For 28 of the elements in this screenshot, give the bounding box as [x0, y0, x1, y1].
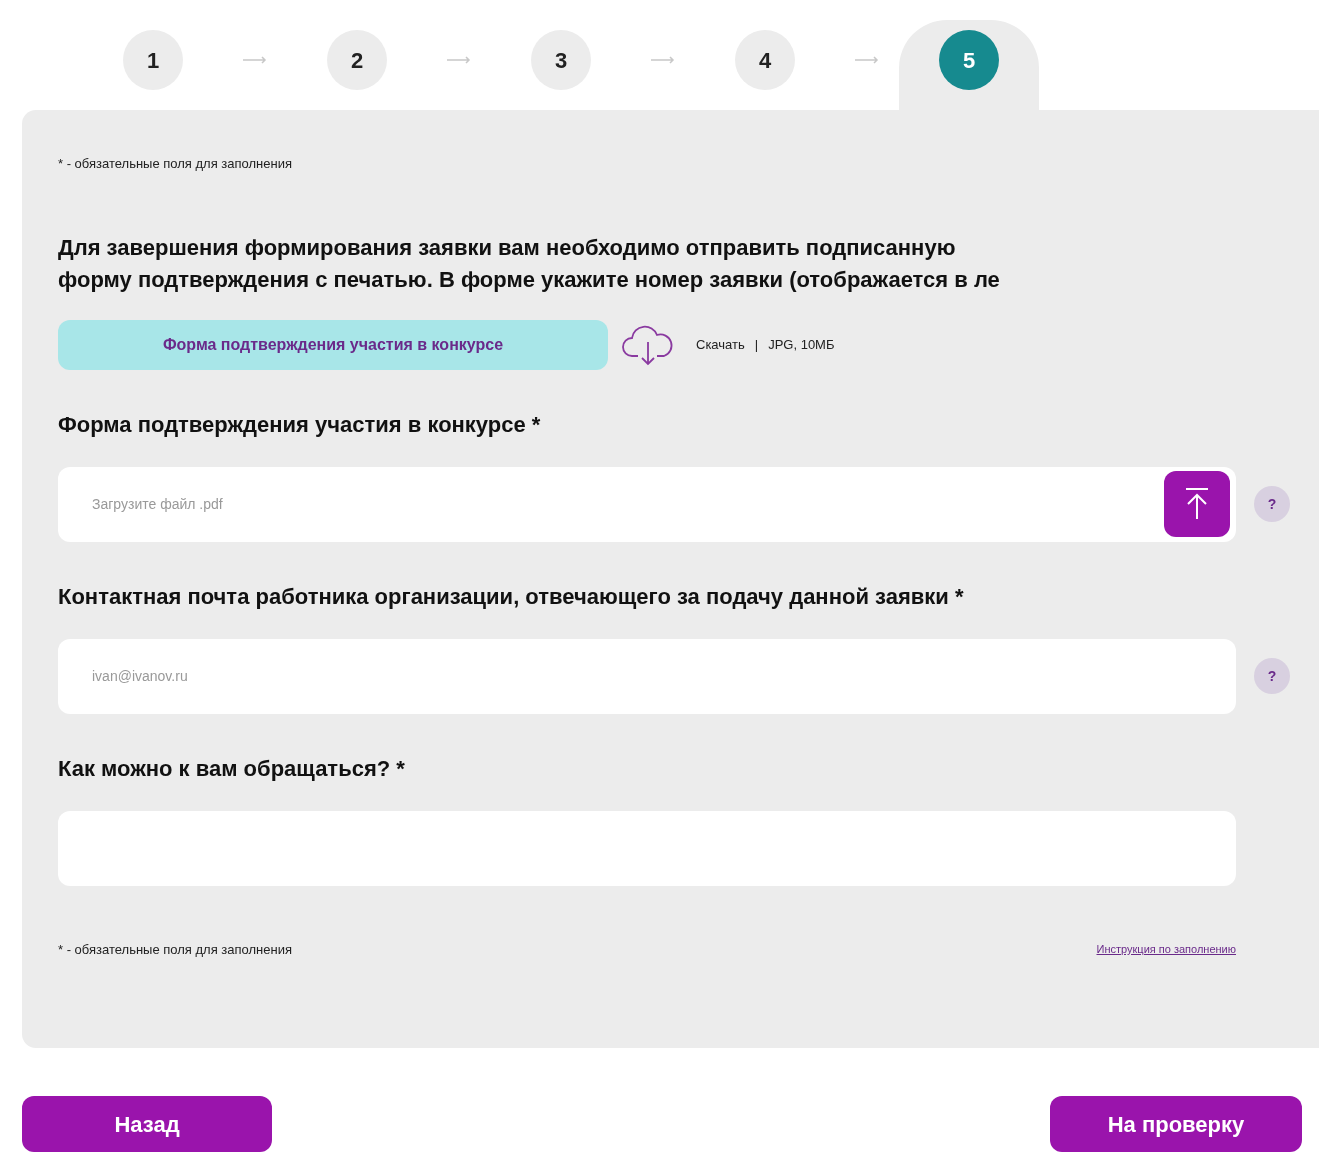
instructions-link[interactable]: Инструкция по заполнению — [1096, 941, 1236, 958]
required-note: * - обязательные поля для заполнения — [58, 940, 292, 959]
step-number[interactable]: 3 — [531, 30, 591, 90]
arrow-icon — [855, 56, 879, 64]
input-field[interactable]: Загрузите файл .pdf — [58, 466, 1236, 542]
help-button[interactable]: ? — [1254, 486, 1290, 522]
arrow-icon — [651, 56, 675, 64]
field-label: Как можно к вам обращаться? * — [58, 754, 406, 783]
step-number[interactable]: 5 — [939, 30, 999, 90]
help-button[interactable]: ? — [1254, 658, 1290, 694]
arrow-icon — [243, 56, 267, 64]
file-info: JPG, 10МБ — [768, 335, 835, 354]
submit-button[interactable]: На проверку — [1050, 1096, 1302, 1152]
field-label: Контактная почта работника организации, отвечающего за подачу данной заявки * — [58, 582, 965, 611]
download-link[interactable]: Скачать — [696, 334, 745, 355]
field-label: Форма подтверждения участия в конкурсе * — [58, 410, 542, 439]
step-number[interactable]: 1 — [123, 30, 183, 90]
separator: | — [754, 335, 759, 354]
download-form-button[interactable]: Форма подтверждения участия в конкурсе — [58, 319, 608, 370]
upload-icon — [1184, 486, 1210, 521]
input-field[interactable]: ivan@ivanov.ru — [58, 638, 1236, 714]
step-number[interactable]: 4 — [735, 30, 795, 90]
arrow-icon — [447, 56, 471, 64]
instruction-text: Для завершения формирования заявки вам необходимо отправить подписанную форму подтверждения с печатью. В форме укажите номер заявки (отображается в ле — [58, 233, 1001, 294]
upload-button[interactable] — [1164, 470, 1230, 537]
back-button[interactable]: Назад — [22, 1096, 272, 1152]
step-number[interactable]: 2 — [327, 30, 387, 90]
required-note: * - обязательные поля для заполнения — [58, 155, 293, 173]
